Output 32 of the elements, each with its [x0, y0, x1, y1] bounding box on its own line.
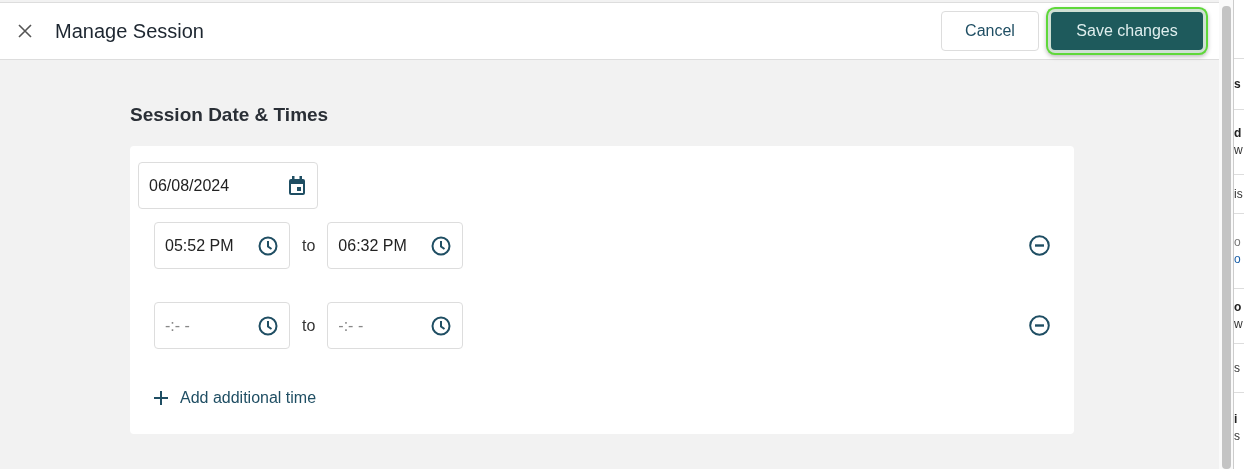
to-label: to — [302, 236, 316, 255]
clock-icon[interactable] — [258, 235, 278, 256]
time-field[interactable]: -:- - — [154, 302, 290, 349]
close-icon[interactable] — [18, 24, 32, 38]
clock-icon[interactable] — [431, 235, 452, 256]
add-time-link[interactable]: Add additional time — [154, 389, 317, 407]
time-field[interactable]: -:- - — [327, 302, 464, 349]
clock-icon[interactable] — [431, 315, 452, 336]
background-text: o — [1234, 299, 1243, 316]
background-text: o — [1234, 251, 1242, 268]
time-field[interactable]: 05:52 PM — [154, 222, 290, 269]
background-text: s — [1234, 75, 1242, 93]
calendar-icon[interactable] — [288, 175, 306, 196]
modal-title: Manage Session — [55, 19, 204, 43]
background-text: w — [1234, 142, 1244, 159]
background-text: s — [1234, 359, 1241, 377]
background-text: i — [1234, 411, 1239, 428]
clock-icon[interactable] — [258, 315, 278, 336]
cancel-button[interactable]: Cancel — [941, 11, 1039, 51]
remove-icon[interactable] — [1029, 315, 1050, 336]
section-heading: Session Date & Times — [130, 104, 330, 126]
plus-icon — [154, 391, 168, 405]
background-text: w — [1234, 316, 1244, 333]
date-field[interactable]: 06/08/2024 — [138, 162, 318, 209]
to-label: to — [302, 316, 316, 335]
background-text: is — [1234, 185, 1244, 203]
background-text: o — [1234, 234, 1242, 251]
scrollbar-thumb[interactable] — [1221, 6, 1231, 469]
remove-icon[interactable] — [1029, 235, 1050, 256]
background-text: d — [1234, 125, 1243, 142]
time-field[interactable]: 06:32 PM — [327, 222, 464, 269]
background-text: s — [1234, 428, 1241, 445]
